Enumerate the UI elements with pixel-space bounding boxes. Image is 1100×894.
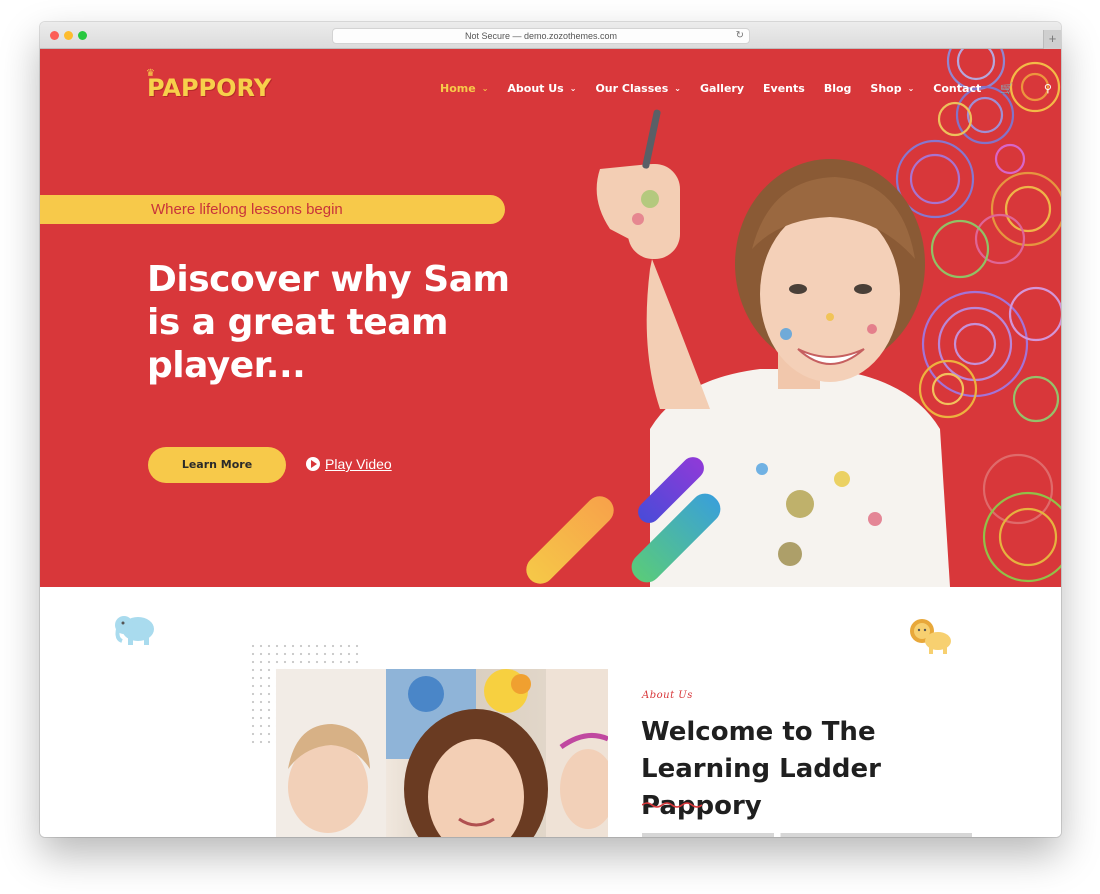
maximize-window-button[interactable] (78, 31, 87, 40)
teacher-children-photo (276, 669, 608, 837)
browser-titlebar: Not Secure — demo.zozothemes.com ↻ + (40, 22, 1061, 49)
nav-label: Blog (823, 81, 852, 95)
nav-label: Contact (933, 81, 982, 95)
close-window-button[interactable] (50, 31, 59, 40)
nav-label: About Us (507, 81, 564, 95)
hero-section: ♛ PAPPORY Home ⌄ About Us ⌄ Our Classes ⌄ G… (40, 49, 1061, 587)
play-video-link[interactable]: Play Video (306, 456, 392, 472)
tagline-bar: Where lifelong lessons begin (40, 195, 505, 224)
plus-icon: + (1048, 31, 1057, 46)
nav-label: Shop (870, 81, 902, 95)
nav-label: Home (440, 81, 476, 95)
chevron-down-icon: ⌄ (481, 83, 489, 93)
new-tab-button[interactable]: + (1043, 30, 1061, 49)
nav-label: Events (763, 81, 805, 95)
play-video-label: Play Video (325, 456, 392, 472)
nav-label: Our Classes (595, 81, 669, 95)
reload-icon[interactable]: ↻ (736, 29, 744, 43)
chevron-down-icon: ⌄ (907, 83, 915, 93)
nav-home[interactable]: Home ⌄ (440, 82, 488, 95)
chevron-down-icon: ⌄ (569, 83, 577, 93)
learn-more-button[interactable]: Learn More (148, 447, 286, 483)
nav-about-us[interactable]: About Us ⌄ (507, 82, 576, 95)
hero-headline: Discover why Sam is a great team player.… (147, 259, 510, 386)
minimize-window-button[interactable] (64, 31, 73, 40)
address-text: Not Secure — demo.zozothemes.com (464, 31, 618, 41)
nav-shop[interactable]: Shop ⌄ (870, 82, 914, 95)
chevron-down-icon: ⌄ (674, 83, 681, 93)
squiggle-divider (642, 802, 702, 808)
nav-contact[interactable]: Contact (933, 82, 981, 95)
nav-gallery[interactable]: Gallery (700, 82, 744, 95)
paragraph-preview (642, 833, 972, 837)
about-eyebrow: About Us (642, 690, 693, 701)
nav-blog[interactable]: Blog (824, 82, 852, 95)
about-section: About Us Welcome to The Learning Ladder … (40, 587, 1061, 837)
browser-window: Not Secure — demo.zozothemes.com ↻ + ♛ P… (40, 22, 1061, 837)
nav-our-classes[interactable]: Our Classes ⌄ (595, 82, 681, 95)
main-nav: Home ⌄ About Us ⌄ Our Classes ⌄ Gallery Eve… (440, 79, 1061, 97)
nav-label: Gallery (699, 81, 745, 95)
site-logo[interactable]: PAPPORY (147, 74, 271, 102)
address-bar[interactable]: Not Secure — demo.zozothemes.com ↻ (332, 28, 750, 44)
hero-tagline: Where lifelong lessons begin (151, 201, 343, 218)
elephant-icon (114, 611, 158, 654)
lion-icon (908, 615, 954, 662)
cart-icon[interactable]: 🛒 (1000, 82, 1014, 95)
search-icon[interactable]: ⚲ (1044, 82, 1052, 95)
play-icon (306, 457, 320, 471)
nav-events[interactable]: Events (763, 82, 805, 95)
